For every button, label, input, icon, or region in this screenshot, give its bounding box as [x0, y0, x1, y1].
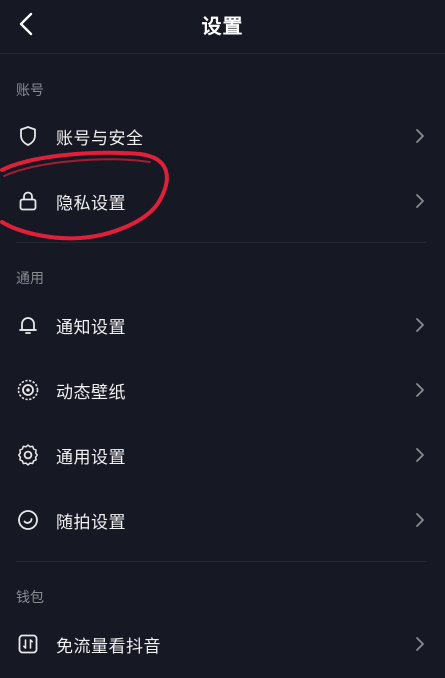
- row-notification-settings[interactable]: 通知设置: [0, 300, 445, 350]
- chevron-right-icon: [416, 194, 424, 208]
- chevron-right-icon: [416, 129, 424, 143]
- row-data-free-douyin[interactable]: 免流量看抖音: [0, 619, 445, 669]
- section-header-wallet: 钱包: [16, 590, 44, 606]
- chevron-right-icon: [416, 513, 424, 527]
- row-label: 随拍设置: [56, 513, 126, 533]
- row-snapshot-settings[interactable]: 随拍设置: [0, 495, 445, 545]
- shield-icon: [20, 126, 36, 146]
- row-privacy-settings[interactable]: 隐私设置: [0, 176, 445, 226]
- snapshot-icon: [18, 510, 38, 530]
- row-label: 隐私设置: [56, 194, 126, 214]
- chevron-right-icon: [416, 318, 424, 332]
- section-divider: [16, 561, 426, 562]
- chevron-right-icon: [416, 383, 424, 397]
- row-live-wallpaper[interactable]: 动态壁纸: [0, 365, 445, 415]
- section-divider: [16, 242, 426, 243]
- bell-icon: [19, 317, 37, 334]
- row-label: 免流量看抖音: [56, 637, 161, 657]
- row-label: 通用设置: [56, 448, 126, 468]
- wallpaper-icon: [17, 379, 39, 401]
- row-label: 账号与安全: [56, 129, 144, 149]
- top-bar: 设置: [0, 0, 445, 54]
- row-label: 通知设置: [56, 318, 126, 338]
- section-header-general: 通用: [16, 271, 44, 287]
- lock-icon: [19, 191, 37, 211]
- row-label: 动态壁纸: [56, 383, 126, 403]
- gear-icon: [18, 444, 38, 466]
- row-account-security[interactable]: 账号与安全: [0, 111, 445, 161]
- page-title: 设置: [201, 14, 244, 38]
- chevron-right-icon: [416, 637, 424, 651]
- row-general-settings[interactable]: 通用设置: [0, 430, 445, 480]
- data-free-icon: [18, 634, 38, 654]
- section-header-account: 账号: [16, 83, 44, 99]
- chevron-right-icon: [416, 448, 424, 462]
